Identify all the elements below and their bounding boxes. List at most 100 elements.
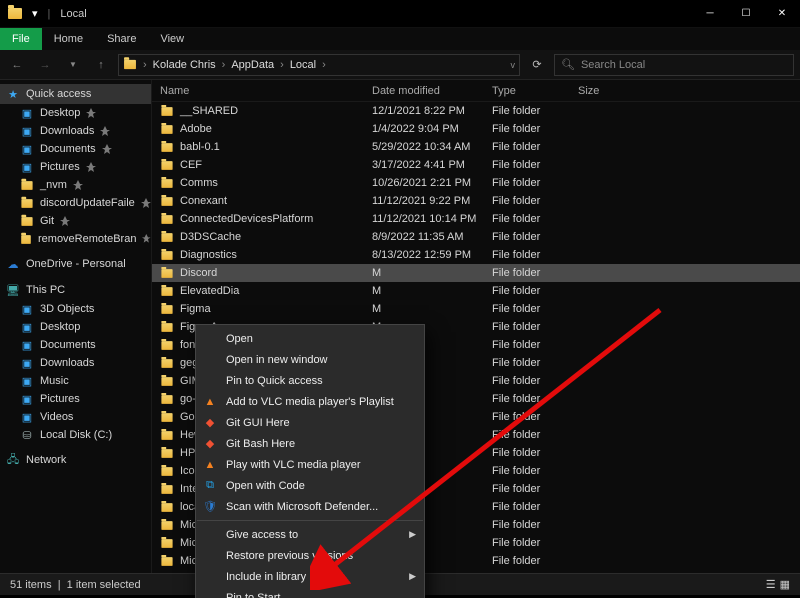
folder-icon: ▣	[20, 143, 34, 156]
network[interactable]: 🖧 Network	[0, 450, 151, 470]
down-arrow-icon[interactable]: ▾	[32, 7, 38, 20]
folder-icon	[21, 199, 32, 208]
sidebar-item[interactable]: discordUpdateFaile	[0, 194, 151, 212]
sidebar-item[interactable]: ▣Desktop	[0, 318, 151, 336]
col-type[interactable]: Type	[492, 85, 578, 97]
submenu-arrow-icon: ▶	[409, 529, 416, 540]
folder-icon: ▣	[20, 375, 34, 388]
folder-icon: ▣	[20, 321, 34, 334]
folder-icon: ▣	[20, 107, 34, 120]
col-size[interactable]: Size	[578, 85, 648, 97]
table-row[interactable]: Diagnostics8/13/2022 12:59 PMFile folder	[152, 246, 800, 264]
folder-icon	[161, 287, 172, 296]
menu-item[interactable]: Pin to Quick access	[196, 370, 424, 391]
sidebar-item[interactable]: ▣Music	[0, 372, 151, 390]
back-button[interactable]: ←	[6, 54, 28, 76]
menu-item[interactable]: ▲Play with VLC media player	[196, 454, 424, 475]
folder-icon	[161, 449, 172, 458]
table-row[interactable]: Conexant11/12/2021 9:22 PMFile folder	[152, 192, 800, 210]
menu-item[interactable]: ▲Add to VLC media player's Playlist	[196, 391, 424, 412]
view-details-icon[interactable]: ☰	[766, 578, 776, 591]
menu-item[interactable]: ◆Git Bash Here	[196, 433, 424, 454]
titlebar: ▾ | Local ─ ☐ ✕	[0, 0, 800, 28]
file-tab[interactable]: File	[0, 28, 42, 50]
menu-item[interactable]: Open	[196, 328, 424, 349]
status-items: 51 items	[10, 579, 52, 591]
address-bar[interactable]: Kolade Chris AppData Local v	[118, 54, 520, 76]
vlc-icon: ▲	[202, 396, 218, 408]
tab-view[interactable]: View	[148, 33, 196, 45]
quick-access[interactable]: ★ Quick access	[0, 84, 151, 104]
table-row[interactable]: FigmaMFile folder	[152, 300, 800, 318]
maximize-button[interactable]: ☐	[728, 0, 764, 28]
sidebar-item[interactable]: removeRemoteBran	[0, 230, 151, 248]
table-row[interactable]: ConnectedDevicesPlatform11/12/2021 10:14…	[152, 210, 800, 228]
table-row[interactable]: babl-0.15/29/2022 10:34 AMFile folder	[152, 138, 800, 156]
menu-item[interactable]: Open in new window	[196, 349, 424, 370]
sidebar-item[interactable]: ▣3D Objects	[0, 300, 151, 318]
this-pc[interactable]: 🖥 This PC	[0, 280, 151, 300]
onedrive[interactable]: ☁ OneDrive - Personal	[0, 254, 151, 274]
menu-item[interactable]: Include in library▶	[196, 566, 424, 587]
refresh-button[interactable]: ⟳	[526, 58, 548, 71]
table-row[interactable]: ElevatedDiaMFile folder	[152, 282, 800, 300]
table-row[interactable]: Adobe1/4/2022 9:04 PMFile folder	[152, 120, 800, 138]
recent-dropdown[interactable]: ▼	[62, 54, 84, 76]
menu-item[interactable]: Restore previous versions	[196, 545, 424, 566]
folder-icon	[161, 125, 172, 134]
crumb-0[interactable]: Kolade Chris	[153, 59, 216, 71]
col-date[interactable]: Date modified	[372, 85, 492, 97]
folder-icon	[161, 305, 172, 314]
folder-icon	[161, 215, 172, 224]
addr-dropdown-icon[interactable]: v	[511, 60, 516, 70]
tab-home[interactable]: Home	[42, 33, 95, 45]
sidebar-item[interactable]: _nvm	[0, 176, 151, 194]
menu-item[interactable]: ⧉Open with Code	[196, 475, 424, 496]
folder-icon: ▣	[20, 393, 34, 406]
pin-icon	[86, 162, 96, 172]
menu-item[interactable]: Pin to Start	[196, 587, 424, 598]
sidebar-item[interactable]: ▣Pictures	[0, 158, 151, 176]
pin-icon	[102, 144, 112, 154]
menu-item[interactable]: 🛡Scan with Microsoft Defender...	[196, 496, 424, 517]
tab-share[interactable]: Share	[95, 33, 148, 45]
sidebar-item[interactable]: Git	[0, 212, 151, 230]
folder-icon	[161, 107, 172, 116]
sidebar-item[interactable]: ▣Desktop	[0, 104, 151, 122]
folder-icon	[161, 395, 172, 404]
vsc-icon: ⧉	[202, 479, 218, 492]
folder-icon	[161, 521, 172, 530]
table-row[interactable]: Comms10/26/2021 2:21 PMFile folder	[152, 174, 800, 192]
sidebar-item[interactable]: ▣Downloads	[0, 354, 151, 372]
up-button[interactable]: ↑	[90, 54, 112, 76]
folder-icon	[161, 377, 172, 386]
crumb-1[interactable]: AppData	[231, 59, 274, 71]
forward-button[interactable]: →	[34, 54, 56, 76]
sidebar-item[interactable]: ▣Pictures	[0, 390, 151, 408]
minimize-button[interactable]: ─	[692, 0, 728, 28]
sidebar-item[interactable]: ▣Documents	[0, 336, 151, 354]
table-row[interactable]: D3DSCache8/9/2022 11:35 AMFile folder	[152, 228, 800, 246]
vlc-icon: ▲	[202, 459, 218, 471]
folder-icon	[161, 197, 172, 206]
sidebar-item[interactable]: ▣Videos	[0, 408, 151, 426]
table-row[interactable]: __SHARED12/1/2021 8:22 PMFile folder	[152, 102, 800, 120]
sidebar-item[interactable]: ▣Documents	[0, 140, 151, 158]
pin-icon	[141, 198, 151, 208]
sidebar-item[interactable]: ⛁Local Disk (C:)	[0, 426, 151, 444]
table-row[interactable]: DiscordMFile folder	[152, 264, 800, 282]
menu-item[interactable]: ◆Git GUI Here	[196, 412, 424, 433]
sidebar-item[interactable]: ▣Downloads	[0, 122, 151, 140]
crumb-2[interactable]: Local	[290, 59, 316, 71]
view-large-icon[interactable]: ▦	[780, 578, 790, 591]
table-row[interactable]: CEF3/17/2022 4:41 PMFile folder	[152, 156, 800, 174]
close-button[interactable]: ✕	[764, 0, 800, 28]
def-icon: 🛡	[202, 500, 218, 513]
folder-icon	[161, 143, 172, 152]
col-name[interactable]: Name	[160, 85, 372, 97]
search-box[interactable]: 🔍︎ Search Local	[554, 54, 794, 76]
folder-icon	[161, 503, 172, 512]
folder-icon	[161, 431, 172, 440]
menu-item[interactable]: Give access to▶	[196, 524, 424, 545]
folder-icon	[161, 485, 172, 494]
